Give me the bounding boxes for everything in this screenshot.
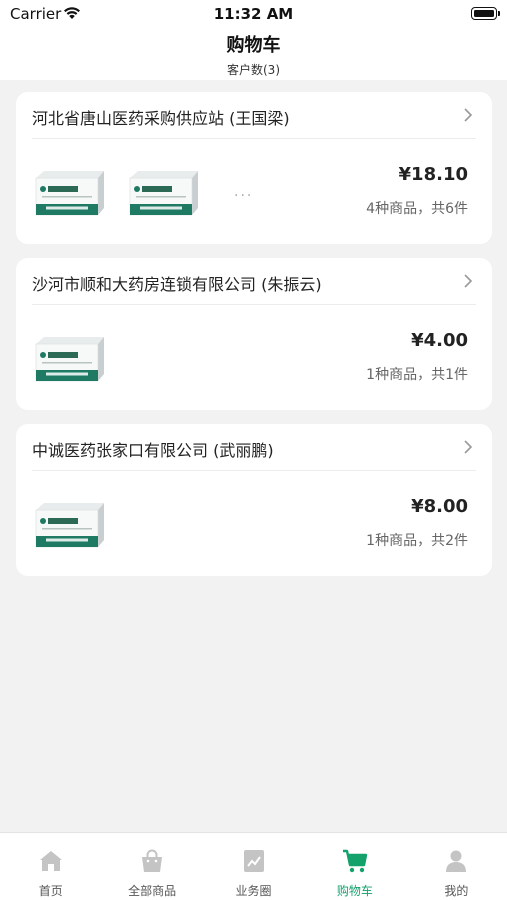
status-time: 11:32 AM — [213, 5, 294, 23]
more-products-indicator: ··· — [234, 188, 254, 204]
tab-label: 首页 — [38, 884, 63, 898]
page-title: 购物车 — [226, 35, 281, 56]
customer-name: 沙河市顺和大药房连锁有限公司 (朱振云) — [32, 275, 322, 294]
cart-item-count: 1种商品，共2件 — [366, 533, 468, 549]
cart-card-header[interactable]: 沙河市顺和大药房连锁有限公司 (朱振云) — [16, 258, 492, 304]
cart-card[interactable]: 沙河市顺和大药房连锁有限公司 (朱振云) ¥4.00 1种商品，共1件 — [16, 258, 492, 410]
tab-home[interactable]: 首页 — [0, 833, 101, 900]
cart-icon — [342, 849, 368, 873]
tab-label: 业务圈 — [235, 884, 272, 898]
cart-total-price: ¥4.00 — [411, 330, 468, 351]
home-icon — [39, 851, 62, 871]
user-icon — [446, 850, 467, 872]
cart-total-price: ¥18.10 — [398, 164, 468, 185]
product-image[interactable] — [32, 500, 106, 550]
divider — [32, 304, 476, 305]
cart-total-price: ¥8.00 — [411, 496, 468, 517]
divider — [32, 138, 476, 139]
customer-count: 客户数(3) — [227, 63, 280, 77]
battery-icon — [471, 7, 500, 20]
tab-bar: 首页 全部商品 业务圈 购物车 我的 — [0, 832, 507, 900]
chevron-right-icon — [464, 440, 473, 454]
tab-cart[interactable]: 购物车 — [304, 833, 405, 900]
divider — [32, 470, 476, 471]
cart-item-count: 4种商品，共6件 — [366, 201, 468, 217]
tab-label: 我的 — [444, 884, 469, 898]
customer-name: 中诚医药张家口有限公司 (武丽鹏) — [32, 441, 274, 460]
tab-label: 购物车 — [336, 884, 373, 898]
nav-header: 购物车 客户数(3) — [0, 28, 507, 80]
tab-mine[interactable]: 我的 — [406, 833, 507, 900]
tab-business-circle[interactable]: 业务圈 — [203, 833, 304, 900]
tab-all-products[interactable]: 全部商品 — [101, 833, 202, 900]
shopping-bag-icon — [142, 849, 163, 872]
cart-card[interactable]: 中诚医药张家口有限公司 (武丽鹏) ¥8.00 1种商品，共2件 — [16, 424, 492, 576]
cart-card-header[interactable]: 河北省唐山医药采购供应站 (王国梁) — [16, 92, 492, 138]
customer-name: 河北省唐山医药采购供应站 (王国梁) — [32, 109, 290, 128]
tab-label: 全部商品 — [128, 884, 177, 898]
cart-card[interactable]: 河北省唐山医药采购供应站 (王国梁) ··· ¥18.10 4种商品，共6件 — [16, 92, 492, 244]
product-image[interactable] — [126, 168, 200, 218]
cart-card-header[interactable]: 中诚医药张家口有限公司 (武丽鹏) — [16, 424, 492, 470]
product-image[interactable] — [32, 334, 106, 384]
status-bar: Carrier 11:32 AM — [0, 0, 507, 28]
chevron-right-icon — [464, 274, 473, 288]
product-image[interactable] — [32, 168, 106, 218]
chevron-right-icon — [464, 108, 473, 122]
cart-item-count: 1种商品，共1件 — [366, 367, 468, 383]
chart-icon — [243, 850, 264, 872]
